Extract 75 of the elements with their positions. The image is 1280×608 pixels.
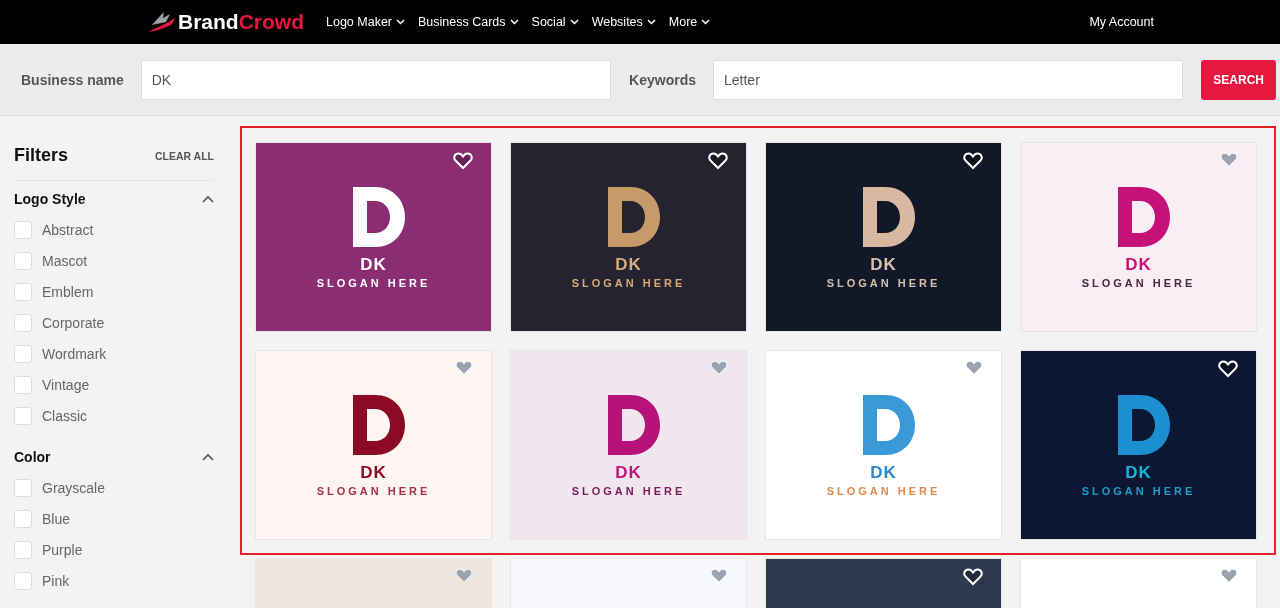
logo-slogan: SLOGAN HERE xyxy=(316,277,431,289)
chevron-down-icon xyxy=(646,19,656,25)
filter-option-label: Pink xyxy=(42,572,70,589)
logo-slogan: SLOGAN HERE xyxy=(571,277,686,289)
search-button[interactable]: SEARCH xyxy=(1201,59,1276,100)
clear-all-link[interactable]: CLEAR ALL xyxy=(154,149,214,162)
chevron-up-icon[interactable] xyxy=(202,195,214,203)
logo-name: DK xyxy=(360,255,387,275)
nav-menu[interactable]: More xyxy=(668,15,711,29)
logo-name: DK xyxy=(1125,463,1152,483)
chevron-down-icon xyxy=(509,19,519,25)
checkbox[interactable] xyxy=(14,251,32,270)
heart-icon[interactable] xyxy=(963,152,983,170)
logo-name: DK xyxy=(1125,255,1152,275)
logo-card[interactable]: DK SLOGAN HERE xyxy=(510,350,747,540)
filter-option-label: Abstract xyxy=(42,221,94,238)
logo-name: DK xyxy=(615,255,642,275)
checkbox[interactable] xyxy=(14,571,32,590)
chevron-down-icon xyxy=(701,19,711,25)
logo-slogan: SLOGAN HERE xyxy=(571,485,686,497)
text-field[interactable]: Letter xyxy=(713,59,1184,100)
logo-name: DK xyxy=(360,463,387,483)
heart-icon[interactable] xyxy=(453,152,473,170)
filters-title: Filters xyxy=(14,145,69,166)
heart-icon[interactable] xyxy=(1218,360,1238,378)
logo-slogan: SLOGAN HERE xyxy=(1081,485,1196,497)
logo-name: DK xyxy=(870,255,897,275)
checkbox[interactable] xyxy=(14,540,32,559)
filter-option-label: Corporate xyxy=(42,314,105,331)
text-field[interactable]: DK xyxy=(140,59,612,100)
filter-option-label: Blue xyxy=(42,510,71,527)
logo-card[interactable]: DK SLOGAN HERE xyxy=(1020,142,1257,332)
nav-menu[interactable]: Websites xyxy=(591,15,656,29)
checkbox[interactable] xyxy=(14,375,32,394)
filter-option-label: Emblem xyxy=(42,283,94,300)
logo-card[interactable]: DK SLOGAN HERE xyxy=(765,350,1002,540)
account-link[interactable]: My Account xyxy=(1089,15,1154,29)
checkbox[interactable] xyxy=(14,282,32,301)
logo-card[interactable]: DK SLOGAN HERE xyxy=(255,142,492,332)
filter-option-label: Mascot xyxy=(42,252,88,269)
checkbox[interactable] xyxy=(14,344,32,363)
checkbox[interactable] xyxy=(14,509,32,528)
logo-card[interactable]: DK SLOGAN HERE xyxy=(1020,350,1257,540)
heart-icon[interactable] xyxy=(963,568,983,586)
logo-card[interactable]: DK SLOGAN HERE xyxy=(510,142,747,332)
checkbox[interactable] xyxy=(14,220,32,239)
field-label: Keywords xyxy=(629,71,696,88)
checkbox[interactable] xyxy=(14,313,32,332)
heart-icon[interactable] xyxy=(708,152,728,170)
filter-group-title: Logo Style xyxy=(14,191,86,207)
nav-menu[interactable]: Logo Maker xyxy=(326,15,406,29)
field-label: Business name xyxy=(21,71,124,88)
chevron-down-icon xyxy=(569,19,579,25)
logo-name: DK xyxy=(870,463,897,483)
logo-card[interactable]: DK SLOGAN HERE xyxy=(765,142,1002,332)
checkbox[interactable] xyxy=(14,478,32,497)
chevron-up-icon[interactable] xyxy=(202,453,214,461)
filter-option-label: Wordmark xyxy=(42,345,107,362)
logo-card[interactable]: DK SLOGAN HERE xyxy=(255,350,492,540)
filter-group-title: Color xyxy=(14,449,51,465)
checkbox[interactable] xyxy=(14,406,32,425)
logo-slogan: SLOGAN HERE xyxy=(316,485,431,497)
logo-name: DK xyxy=(615,463,642,483)
logo-slogan: SLOGAN HERE xyxy=(826,485,941,497)
nav-menu[interactable]: Social xyxy=(531,15,579,29)
nav-menu[interactable]: Business Cards xyxy=(418,15,519,29)
logo-slogan: SLOGAN HERE xyxy=(826,277,941,289)
filter-option-label: Vintage xyxy=(42,376,90,393)
brand-logo[interactable]: BrandCrowd xyxy=(146,10,304,34)
filter-option-label: Grayscale xyxy=(42,479,106,496)
chevron-down-icon xyxy=(396,19,406,25)
filter-option-label: Classic xyxy=(42,407,88,424)
logo-slogan: SLOGAN HERE xyxy=(1081,277,1196,289)
filter-option-label: Purple xyxy=(42,541,83,558)
swoosh-icon xyxy=(146,10,176,34)
